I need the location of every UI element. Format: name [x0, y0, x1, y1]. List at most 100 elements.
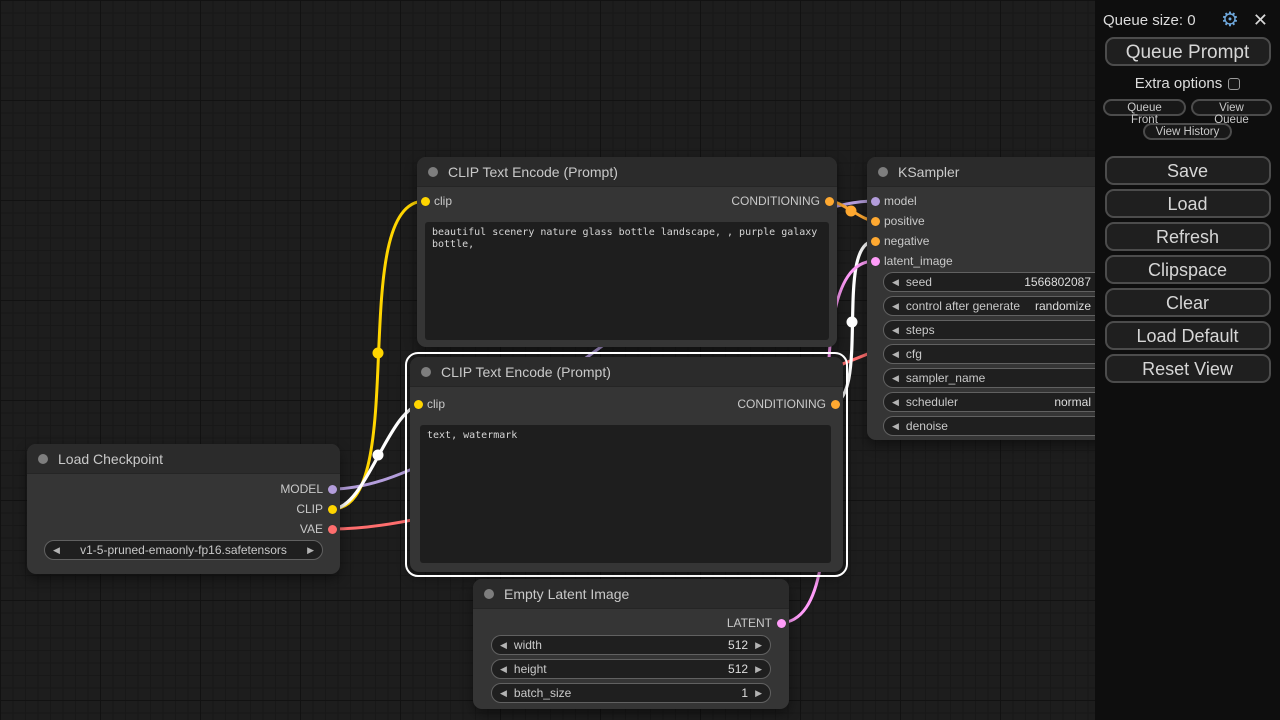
- output-port-model[interactable]: [328, 485, 337, 494]
- node-header[interactable]: CLIP Text Encode (Prompt): [410, 357, 843, 387]
- extra-options-checkbox[interactable]: [1228, 78, 1240, 90]
- output-port-latent[interactable]: [777, 619, 786, 628]
- prompt-textarea[interactable]: beautiful scenery nature glass bottle la…: [425, 222, 829, 340]
- clipspace-button[interactable]: Clipspace: [1105, 255, 1271, 284]
- node-clip-text-encode-positive[interactable]: CLIP Text Encode (Prompt) clip CONDITION…: [417, 157, 837, 347]
- node-header[interactable]: Load Checkpoint: [27, 444, 340, 474]
- output-port-vae[interactable]: [328, 525, 337, 534]
- save-button[interactable]: Save: [1105, 156, 1271, 185]
- collapse-dot-icon[interactable]: [428, 167, 438, 177]
- collapse-dot-icon[interactable]: [484, 589, 494, 599]
- prev-arrow-icon[interactable]: ◀: [500, 689, 507, 698]
- input-label-clip: clip: [434, 194, 452, 208]
- widget-height[interactable]: ◀ height 512 ▶: [491, 659, 771, 679]
- prev-arrow-icon[interactable]: ◀: [892, 398, 899, 407]
- view-queue-button[interactable]: View Queue: [1191, 99, 1272, 116]
- widget-value: 512: [728, 662, 748, 676]
- widget-label: cfg: [906, 347, 922, 361]
- node-header[interactable]: KSampler: [867, 157, 1115, 187]
- graph-canvas[interactable]: Load Checkpoint MODEL CLIP VAE ◀ v1-5-pr…: [0, 0, 1280, 720]
- output-label-latent: LATENT: [727, 616, 772, 630]
- input-port-model[interactable]: [871, 197, 880, 206]
- input-label-model: model: [884, 194, 917, 208]
- prompt-textarea[interactable]: text, watermark: [420, 425, 831, 563]
- input-port-latent-image[interactable]: [871, 257, 880, 266]
- next-arrow-icon[interactable]: ▶: [755, 665, 762, 674]
- prev-arrow-icon[interactable]: ◀: [892, 350, 899, 359]
- widget-value: 1: [741, 686, 748, 700]
- widget-seed[interactable]: ◀ seed 1566802087: [883, 272, 1107, 292]
- node-ksampler[interactable]: KSampler model positive negative latent_…: [867, 157, 1115, 440]
- widget-label: seed: [906, 275, 932, 289]
- collapse-dot-icon[interactable]: [421, 367, 431, 377]
- input-label-negative: negative: [884, 234, 929, 248]
- input-port-positive[interactable]: [871, 217, 880, 226]
- node-header[interactable]: Empty Latent Image: [473, 579, 789, 609]
- output-label-vae: VAE: [300, 522, 323, 536]
- collapse-dot-icon[interactable]: [38, 454, 48, 464]
- next-arrow-icon[interactable]: ▶: [755, 689, 762, 698]
- prev-arrow-icon[interactable]: ◀: [892, 326, 899, 335]
- prev-arrow-icon[interactable]: ◀: [892, 422, 899, 431]
- prev-arrow-icon[interactable]: ◀: [500, 641, 507, 650]
- reset-view-button[interactable]: Reset View: [1105, 354, 1271, 383]
- widget-label: denoise: [906, 419, 948, 433]
- node-title: Load Checkpoint: [58, 451, 163, 467]
- input-port-clip[interactable]: [421, 197, 430, 206]
- widget-label: batch_size: [514, 686, 571, 700]
- input-label-clip: clip: [427, 397, 445, 411]
- queue-size-label: Queue size: 0: [1103, 12, 1196, 29]
- widget-batch-size[interactable]: ◀ batch_size 1 ▶: [491, 683, 771, 703]
- widget-label: scheduler: [906, 395, 958, 409]
- widget-scheduler[interactable]: ◀ scheduler normal: [883, 392, 1107, 412]
- refresh-button[interactable]: Refresh: [1105, 222, 1271, 251]
- node-title: Empty Latent Image: [504, 586, 629, 602]
- link-dot-clip-positive: [373, 348, 384, 359]
- node-empty-latent-image[interactable]: Empty Latent Image LATENT ◀ width 512 ▶ …: [473, 579, 789, 709]
- clear-button[interactable]: Clear: [1105, 288, 1271, 317]
- widget-value: 512: [728, 638, 748, 652]
- link-dot-positive: [846, 206, 857, 217]
- widget-cfg[interactable]: ◀ cfg: [883, 344, 1107, 364]
- widget-value: 1566802087: [1024, 275, 1091, 289]
- ckpt-name-combo[interactable]: ◀ v1-5-pruned-emaonly-fp16.safetensors ▶: [44, 540, 323, 560]
- prev-arrow-icon[interactable]: ◀: [892, 302, 899, 311]
- comfy-menu-panel: Queue size: 0 ⚙ ✕ Queue Prompt Extra opt…: [1095, 0, 1280, 720]
- widget-control-after-generate[interactable]: ◀ control after generate randomize: [883, 296, 1107, 316]
- widget-denoise[interactable]: ◀ denoise: [883, 416, 1107, 436]
- widget-label: steps: [906, 323, 935, 337]
- queue-front-button[interactable]: Queue Front: [1103, 99, 1186, 116]
- prev-arrow-icon[interactable]: ◀: [892, 374, 899, 383]
- next-arrow-icon[interactable]: ▶: [307, 546, 314, 555]
- view-history-button[interactable]: View History: [1143, 123, 1233, 140]
- prev-arrow-icon[interactable]: ◀: [892, 278, 899, 287]
- output-label-conditioning: CONDITIONING: [731, 194, 820, 208]
- widget-label: height: [514, 662, 547, 676]
- settings-gear-icon[interactable]: ⚙: [1221, 10, 1239, 30]
- input-label-latent-image: latent_image: [884, 254, 953, 268]
- output-port-clip[interactable]: [328, 505, 337, 514]
- widget-value: normal: [1054, 395, 1091, 409]
- node-load-checkpoint[interactable]: Load Checkpoint MODEL CLIP VAE ◀ v1-5-pr…: [27, 444, 340, 574]
- prev-arrow-icon[interactable]: ◀: [53, 546, 60, 555]
- collapse-dot-icon[interactable]: [878, 167, 888, 177]
- output-label-conditioning: CONDITIONING: [737, 397, 826, 411]
- widget-steps[interactable]: ◀ steps: [883, 320, 1107, 340]
- prev-arrow-icon[interactable]: ◀: [500, 665, 507, 674]
- widget-width[interactable]: ◀ width 512 ▶: [491, 635, 771, 655]
- output-port-conditioning[interactable]: [825, 197, 834, 206]
- widget-sampler-name[interactable]: ◀ sampler_name: [883, 368, 1107, 388]
- output-label-model: MODEL: [280, 482, 323, 496]
- load-button[interactable]: Load: [1105, 189, 1271, 218]
- input-port-clip[interactable]: [414, 400, 423, 409]
- node-clip-text-encode-negative[interactable]: CLIP Text Encode (Prompt) clip CONDITION…: [410, 357, 843, 572]
- widget-label: control after generate: [906, 299, 1020, 313]
- next-arrow-icon[interactable]: ▶: [755, 641, 762, 650]
- close-icon[interactable]: ✕: [1253, 10, 1268, 31]
- node-header[interactable]: CLIP Text Encode (Prompt): [417, 157, 837, 187]
- input-port-negative[interactable]: [871, 237, 880, 246]
- queue-prompt-button[interactable]: Queue Prompt: [1105, 37, 1271, 66]
- load-default-button[interactable]: Load Default: [1105, 321, 1271, 350]
- output-port-conditioning[interactable]: [831, 400, 840, 409]
- link-dot-negative: [847, 317, 858, 328]
